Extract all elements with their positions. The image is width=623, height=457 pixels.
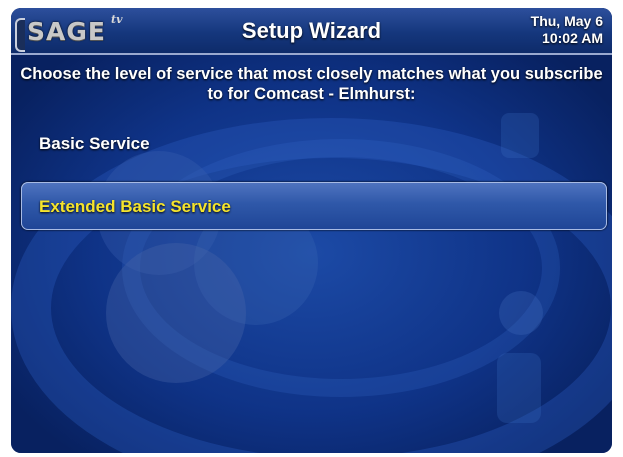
time-text: 10:02 AM	[542, 30, 603, 46]
option-extended-basic-service[interactable]: Extended Basic Service	[21, 182, 607, 230]
date-text: Thu, May 6	[530, 13, 603, 29]
option-label: Extended Basic Service	[39, 197, 231, 216]
option-basic-service[interactable]: Basic Service	[39, 134, 150, 154]
wizard-window: SAGE tv Setup Wizard Thu, May 6 10:02 AM…	[11, 8, 612, 453]
option-label: Basic Service	[39, 134, 150, 153]
wizard-prompt: Choose the level of service that most cl…	[20, 65, 603, 103]
page-title: Setup Wizard	[241, 18, 382, 43]
clock: Thu, May 6 10:02 AM	[531, 13, 603, 47]
header-bar: SAGE tv Setup Wizard Thu, May 6 10:02 AM	[11, 8, 612, 55]
